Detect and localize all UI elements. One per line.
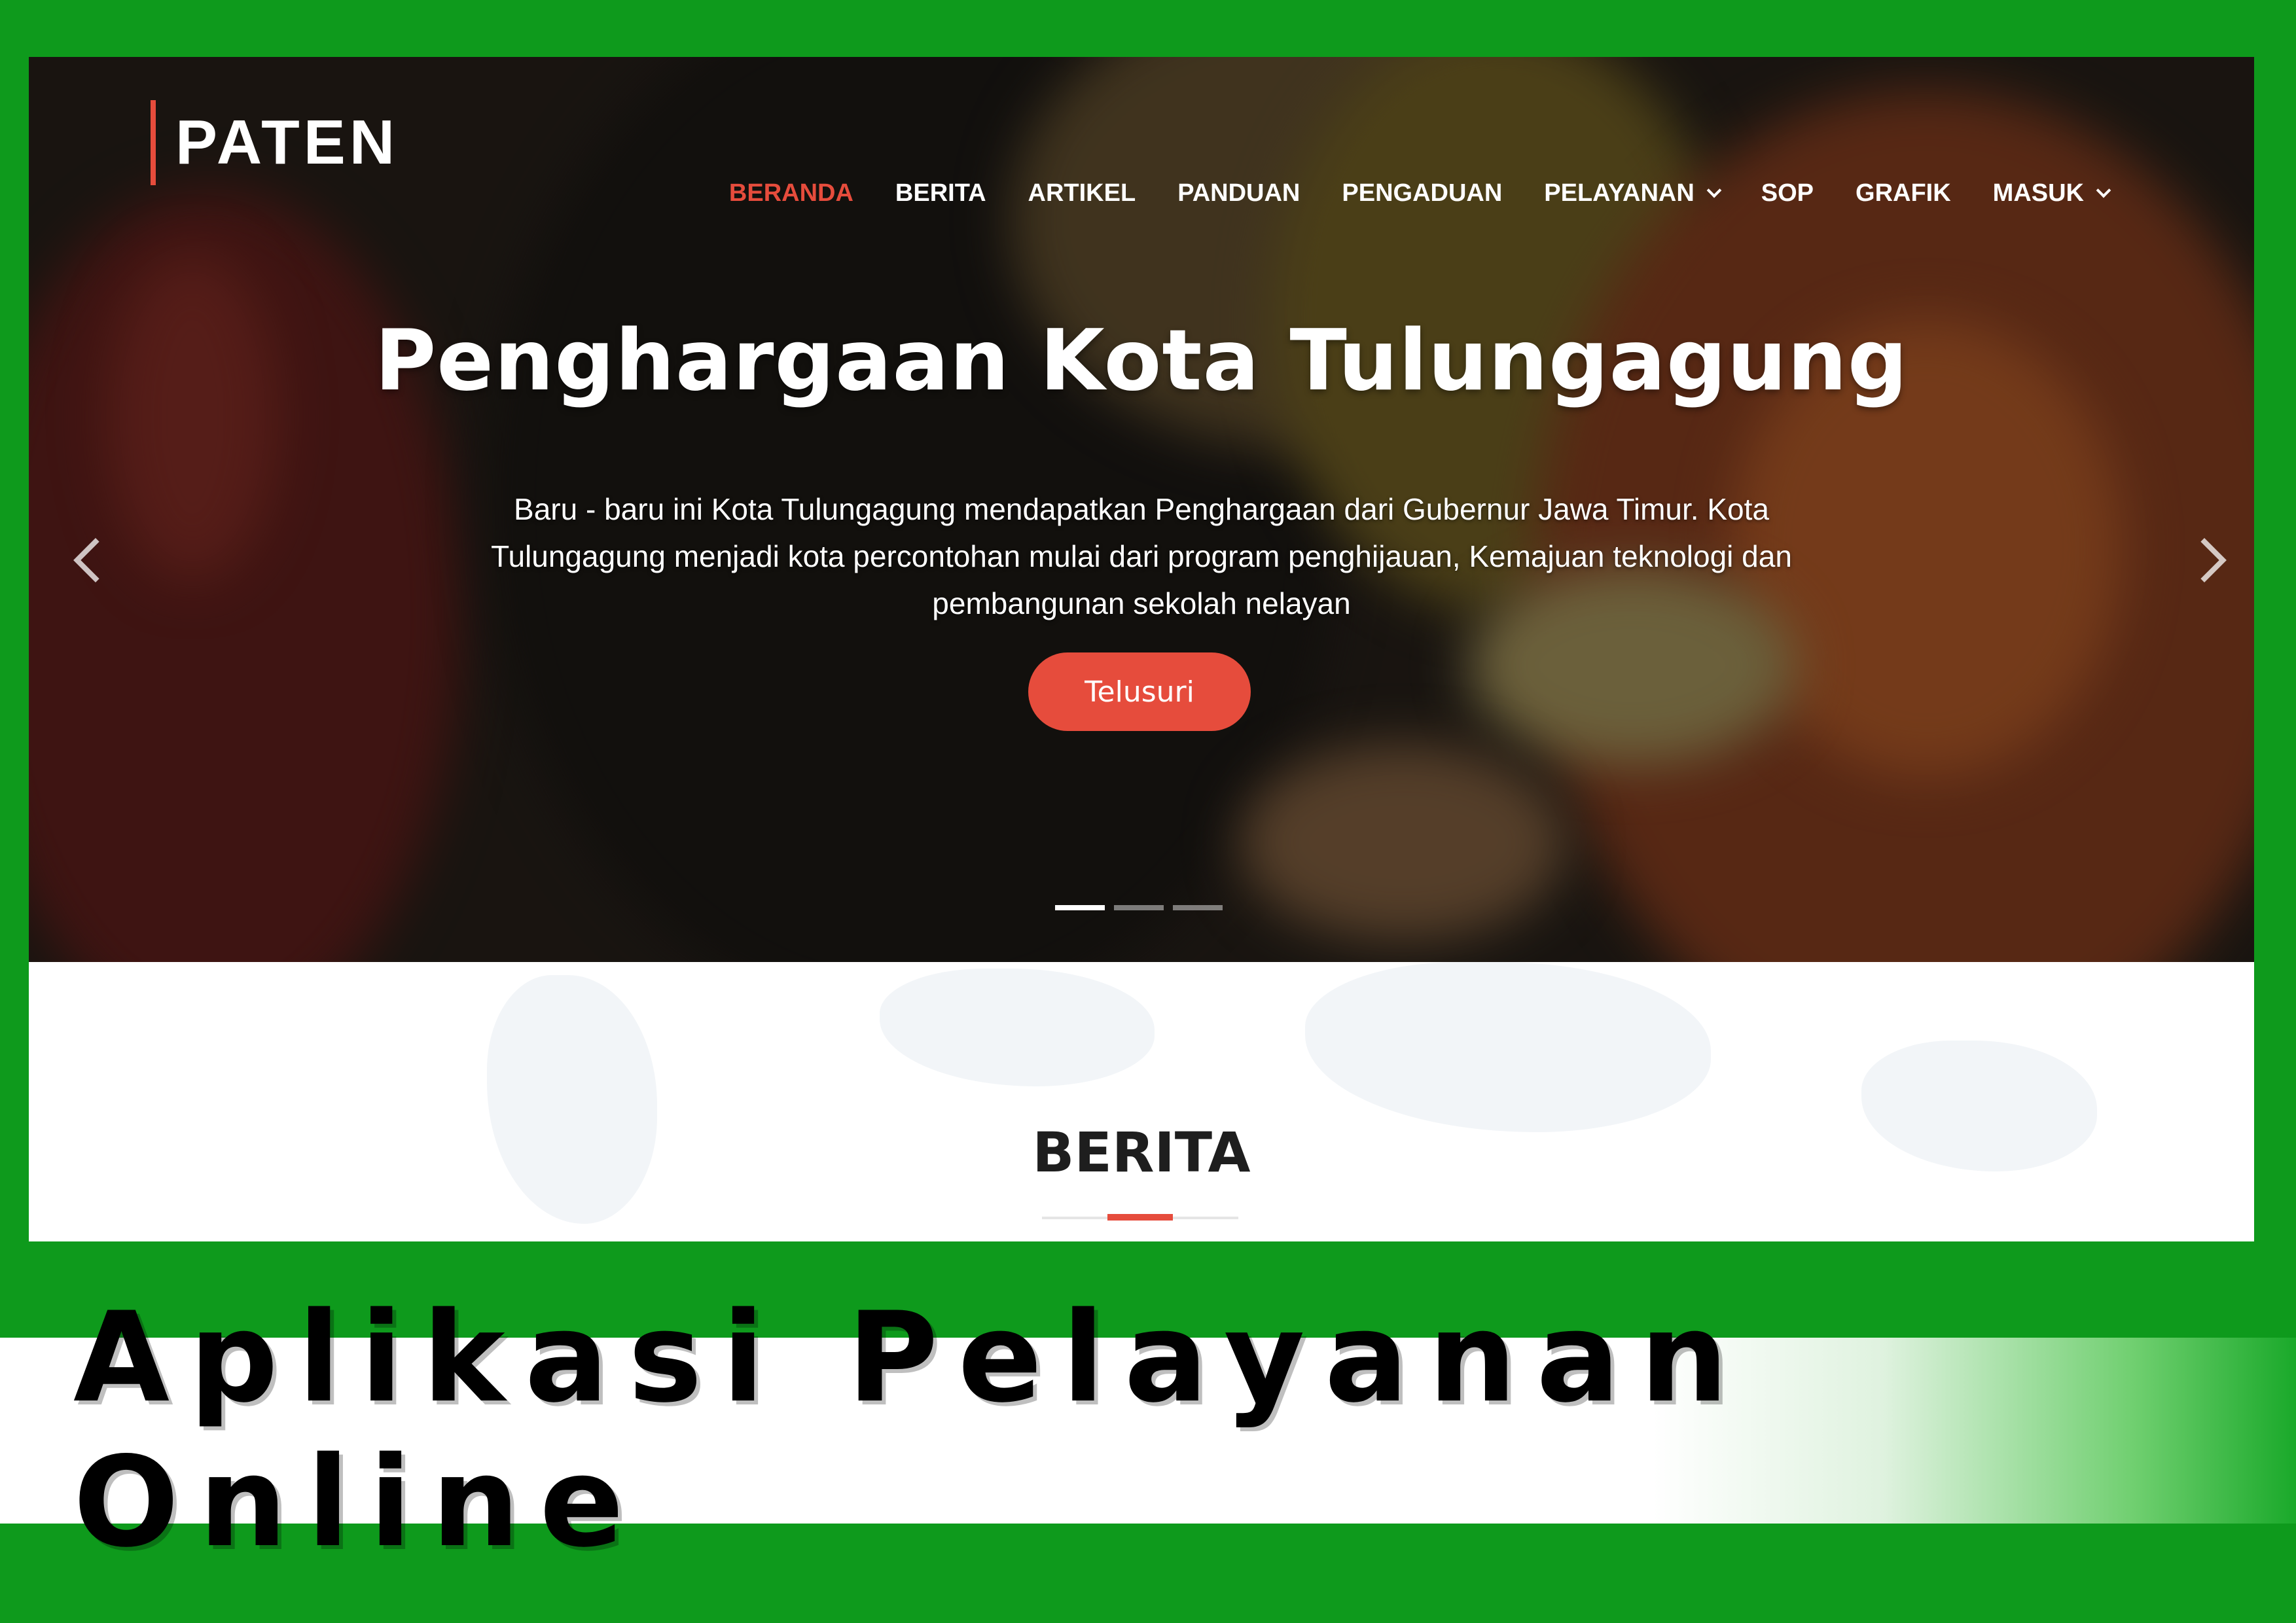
- main-nav: BERANDA BERITA ARTIKEL PANDUAN PENGADUAN PELA…: [687, 173, 2111, 213]
- telusuri-button[interactable]: Telusuri: [1028, 652, 1251, 731]
- carousel-indicators: [1055, 905, 1232, 910]
- nav-item-masuk[interactable]: MASUK: [1992, 179, 2111, 207]
- carousel-indicator[interactable]: [1114, 905, 1164, 910]
- nav-item-label: PELAYANAN: [1544, 179, 1695, 207]
- nav-item-grafik[interactable]: GRAFIK: [1856, 179, 1951, 207]
- caption-text: Aplikasi Pelayanan Online: [73, 1285, 1748, 1575]
- brand-logo[interactable]: PATEN: [151, 100, 399, 185]
- nav-item-beranda[interactable]: BERANDA: [729, 179, 853, 207]
- chevron-down-icon: [1706, 183, 1722, 198]
- nav-item-label: SOP: [1761, 179, 1814, 207]
- nav-item-artikel[interactable]: ARTIKEL: [1028, 179, 1136, 207]
- section-accent-divider: [1107, 1214, 1173, 1221]
- section-title: BERITA: [1032, 1120, 1251, 1185]
- nav-item-label: BERITA: [895, 179, 986, 207]
- brand-name: PATEN: [175, 107, 399, 177]
- hero-carousel: PATEN BERANDA BERITA ARTIKEL PANDUAN PENGADU…: [29, 57, 2254, 962]
- nav-item-label: GRAFIK: [1856, 179, 1951, 207]
- hero-title: Penghargaan Kota Tulungagung: [374, 312, 1909, 410]
- nav-item-label: MASUK: [1992, 179, 2084, 207]
- nav-item-sop[interactable]: SOP: [1761, 179, 1814, 207]
- nav-item-label: BERANDA: [728, 179, 853, 207]
- nav-item-label: PENGADUAN: [1342, 179, 1503, 207]
- nav-item-label: ARTIKEL: [1028, 179, 1136, 207]
- carousel-indicator[interactable]: [1055, 905, 1105, 910]
- nav-item-pelayanan[interactable]: PELAYANAN: [1544, 179, 1722, 207]
- hero-description: Baru - baru ini Kota Tulungagung mendapa…: [491, 492, 1792, 620]
- nav-item-label: PANDUAN: [1177, 179, 1300, 207]
- carousel-indicator[interactable]: [1173, 905, 1223, 910]
- nav-item-panduan[interactable]: PANDUAN: [1177, 179, 1300, 207]
- nav-item-berita[interactable]: BERITA: [895, 179, 986, 207]
- website-screenshot: PATEN BERANDA BERITA ARTIKEL PANDUAN PENGADU…: [29, 57, 2254, 1241]
- section-background: [29, 962, 2254, 1241]
- chevron-down-icon: [2096, 183, 2111, 198]
- nav-item-pengaduan[interactable]: PENGADUAN: [1342, 179, 1502, 207]
- brand-accent-bar: [151, 100, 156, 185]
